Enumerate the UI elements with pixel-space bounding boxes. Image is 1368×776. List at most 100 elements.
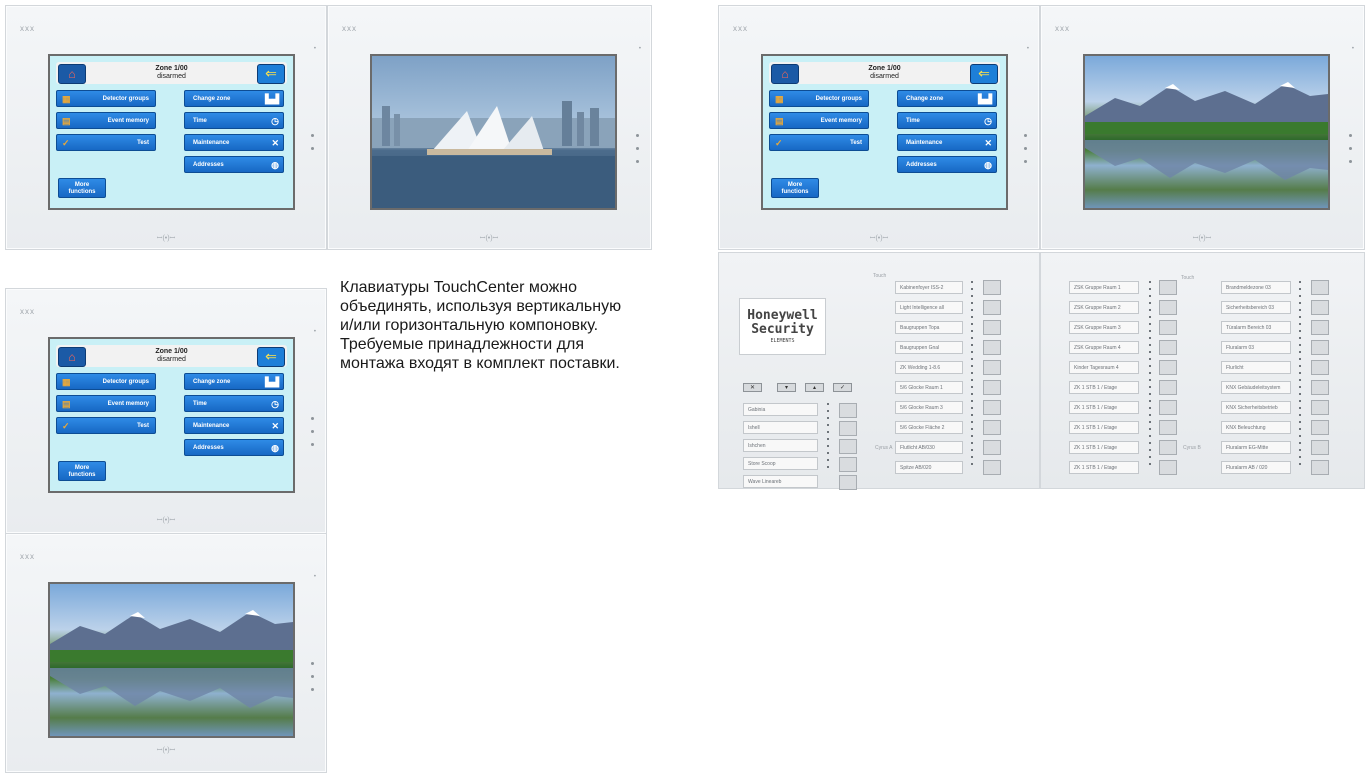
detector-groups-icon: ▦ — [62, 94, 71, 104]
key-button[interactable] — [983, 420, 1001, 435]
time-button[interactable]: Time ◷ — [184, 395, 284, 412]
key-button[interactable] — [1159, 300, 1177, 315]
test-button[interactable]: ✓ Test — [56, 417, 156, 434]
device-bottom-mark: ꟷ(•)ꟷ — [156, 517, 176, 524]
menu-header: ⌂ Zone 1/00 disarmed ⇐ — [769, 62, 1000, 84]
key-button[interactable] — [1311, 380, 1329, 395]
close-icon[interactable]: ✕ — [743, 383, 762, 392]
event-memory-button[interactable]: ▤ Event memory — [56, 395, 156, 412]
globe-icon: ◍ — [984, 160, 992, 170]
key-button[interactable] — [983, 280, 1001, 295]
key-button[interactable] — [839, 439, 857, 454]
key-button[interactable] — [1311, 300, 1329, 315]
key-button[interactable] — [983, 340, 1001, 355]
detector-groups-button[interactable]: ▦ Detector groups — [769, 90, 869, 107]
menu-header: ⌂ Zone 1/00 disarmed ⇐ — [56, 62, 287, 84]
maintenance-button[interactable]: Maintenance ✕ — [897, 134, 997, 151]
detector-groups-button[interactable]: ▦ Detector groups — [56, 90, 156, 107]
back-arrow-icon[interactable]: ⇐ — [970, 64, 998, 84]
key-button[interactable] — [983, 400, 1001, 415]
maintenance-button[interactable]: Maintenance ✕ — [184, 134, 284, 151]
status-led: • — [313, 329, 316, 335]
label-row: Flutlicht AB/030 — [895, 441, 963, 454]
key-button[interactable] — [1159, 380, 1177, 395]
addresses-button[interactable]: Addresses ◍ — [184, 156, 284, 173]
indicator-dots — [1299, 281, 1301, 470]
label-row: ZSK Gruppe Raum 1 — [1069, 281, 1139, 294]
side-buttons[interactable] — [1024, 134, 1027, 163]
key-button[interactable] — [1311, 360, 1329, 375]
event-memory-button[interactable]: ▤ Event memory — [56, 112, 156, 129]
label-panel-b: Touch Cyrus B ZSK Gruppe Raum 1 ZSK Grup… — [1040, 252, 1365, 489]
caption-line: Клавиатуры TouchCenter можно — [340, 279, 578, 296]
key-button[interactable] — [983, 300, 1001, 315]
label-row: ZSK Gruppe Raum 3 — [1069, 321, 1139, 334]
side-buttons[interactable] — [311, 417, 314, 446]
key-button[interactable] — [1159, 420, 1177, 435]
status-led: • — [1026, 46, 1029, 52]
key-button[interactable] — [1159, 440, 1177, 455]
change-zone-button[interactable]: Change zone ▙▟ — [897, 90, 997, 107]
photo-screen-opera-house — [370, 54, 617, 210]
zone-status: disarmed — [870, 73, 899, 80]
side-buttons[interactable] — [636, 134, 639, 163]
back-arrow-icon[interactable]: ⇐ — [257, 64, 285, 84]
key-button[interactable] — [1311, 340, 1329, 355]
time-button[interactable]: Time ◷ — [897, 112, 997, 129]
addresses-button[interactable]: Addresses ◍ — [897, 156, 997, 173]
zone-title: Zone 1/00 — [155, 65, 188, 72]
key-button[interactable] — [1159, 320, 1177, 335]
back-arrow-icon[interactable]: ⇐ — [257, 347, 285, 367]
label-row: Flurlicht — [1221, 361, 1291, 374]
key-button[interactable] — [1159, 460, 1177, 475]
more-functions-button[interactable]: More functions — [771, 178, 819, 198]
zone-title: Zone 1/00 — [155, 348, 188, 355]
detector-groups-icon: ▦ — [775, 94, 784, 104]
panel-mini-label: Touch — [1181, 275, 1195, 281]
tools-icon: ✕ — [271, 421, 279, 431]
label-row: ZSK Gruppe Raum 2 — [1069, 301, 1139, 314]
addresses-button[interactable]: Addresses ◍ — [184, 439, 284, 456]
more-functions-button[interactable]: More functions — [58, 178, 106, 198]
key-button[interactable] — [1159, 360, 1177, 375]
key-button[interactable] — [1311, 440, 1329, 455]
mountain-lake-photo — [50, 610, 293, 708]
test-button[interactable]: ✓ Test — [56, 134, 156, 151]
key-button[interactable] — [1159, 280, 1177, 295]
key-button[interactable] — [1311, 320, 1329, 335]
more-functions-button[interactable]: More functions — [58, 461, 106, 481]
side-buttons[interactable] — [1349, 134, 1352, 163]
label-row: ZK 1 STB 1 / Etage — [1069, 461, 1139, 474]
check-icon[interactable]: ✓ — [833, 383, 852, 392]
event-memory-icon: ▤ — [62, 399, 71, 409]
key-button[interactable] — [1311, 420, 1329, 435]
key-button[interactable] — [839, 421, 857, 436]
change-zone-button[interactable]: Change zone ▙▟ — [184, 373, 284, 390]
key-button[interactable] — [839, 457, 857, 472]
key-button[interactable] — [1159, 340, 1177, 355]
key-button[interactable] — [1311, 460, 1329, 475]
key-button[interactable] — [839, 475, 857, 490]
side-buttons[interactable] — [311, 134, 314, 150]
key-button[interactable] — [983, 460, 1001, 475]
change-zone-button[interactable]: Change zone ▙▟ — [184, 90, 284, 107]
key-button[interactable] — [983, 360, 1001, 375]
key-button[interactable] — [983, 380, 1001, 395]
test-button[interactable]: ✓ Test — [769, 134, 869, 151]
key-button[interactable] — [983, 440, 1001, 455]
time-button[interactable]: Time ◷ — [184, 112, 284, 129]
detector-groups-button[interactable]: ▦ Detector groups — [56, 373, 156, 390]
event-memory-button[interactable]: ▤ Event memory — [769, 112, 869, 129]
key-button[interactable] — [983, 320, 1001, 335]
label-row: Light Intelligence all — [895, 301, 963, 314]
label-row: Kinder Tagesraum 4 — [1069, 361, 1139, 374]
maintenance-button[interactable]: Maintenance ✕ — [184, 417, 284, 434]
chevron-down-icon[interactable]: ▾ — [777, 383, 796, 392]
side-buttons[interactable] — [311, 662, 314, 691]
label-row: Ishell — [743, 421, 818, 434]
chevron-up-icon[interactable]: ▴ — [805, 383, 824, 392]
key-button[interactable] — [1311, 280, 1329, 295]
key-button[interactable] — [839, 403, 857, 418]
key-button[interactable] — [1311, 400, 1329, 415]
key-button[interactable] — [1159, 400, 1177, 415]
